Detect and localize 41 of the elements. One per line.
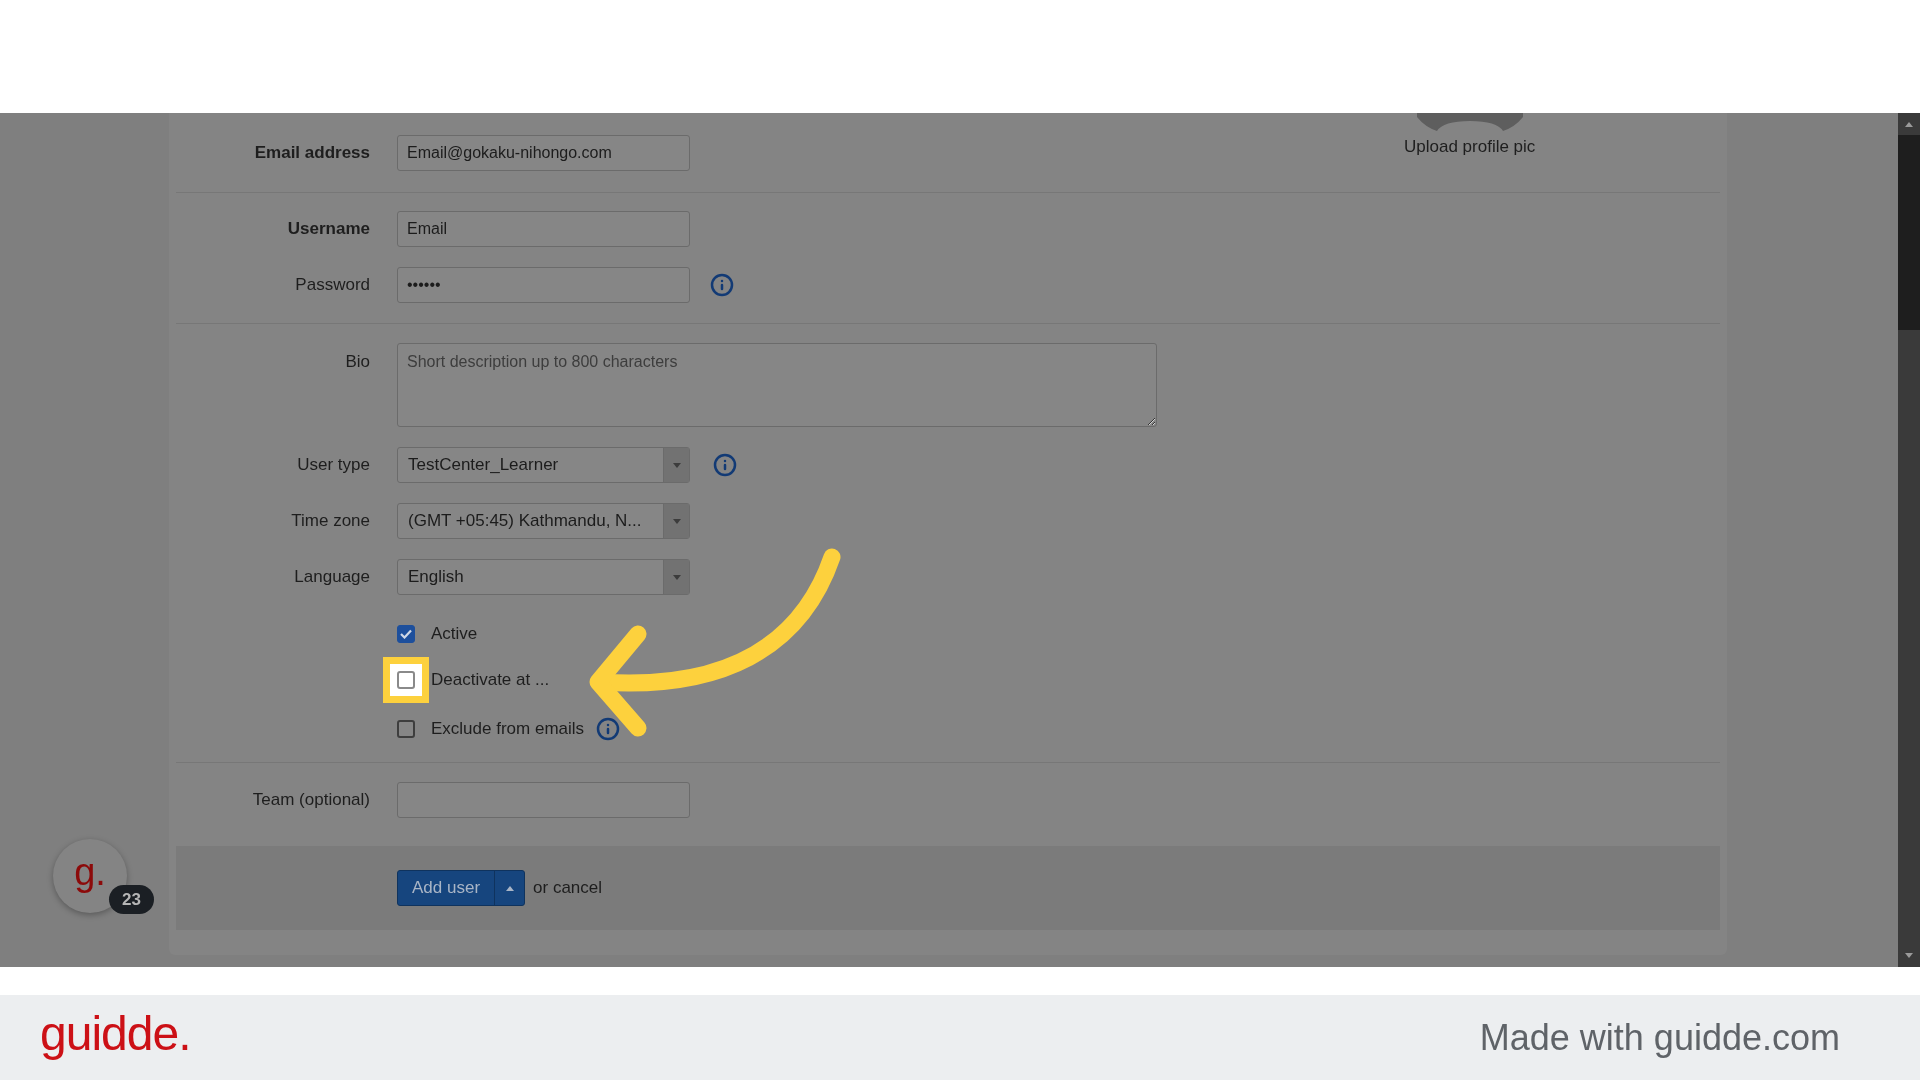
info-icon[interactable]: [713, 453, 737, 477]
caret-icon: [672, 462, 681, 468]
text-field[interactable]: Email@gokaku-nihongo.com: [397, 135, 690, 171]
select-value: English: [407, 566, 465, 589]
bio-field[interactable]: Short description up to 800 characters: [397, 343, 1157, 427]
field-label: User type: [296, 454, 370, 477]
upload-profile-pic-link[interactable]: Upload profile pic: [1404, 134, 1536, 160]
scrollbar[interactable]: [1898, 113, 1920, 967]
text-field[interactable]: [397, 782, 690, 818]
field-label: Bio: [344, 351, 370, 373]
scrollbar-thumb[interactable]: [1898, 135, 1920, 330]
select-dropdown[interactable]: English: [397, 559, 690, 595]
checkbox[interactable]: [397, 720, 415, 738]
password-field[interactable]: ••••••: [397, 267, 690, 303]
checkbox[interactable]: [397, 625, 415, 643]
checkbox-label: Exclude from emails: [431, 718, 585, 741]
check-icon: [400, 629, 412, 639]
cancel-link[interactable]: or cancel: [533, 875, 603, 901]
checkbox-label: Active: [431, 623, 478, 646]
field-label: Password: [294, 274, 370, 297]
add-user-button[interactable]: Add user: [397, 870, 526, 906]
field-label: Time zone: [290, 510, 370, 533]
logo: guidde.: [40, 1005, 191, 1062]
field-label: Team (optional): [251, 789, 370, 812]
select-dropdown[interactable]: (GMT +05:45) Kathmandu, N...: [397, 503, 690, 539]
info-icon[interactable]: [710, 273, 734, 297]
caret-icon: [505, 885, 514, 891]
checkbox-label: Deactivate at ...: [431, 669, 550, 692]
field-label: Language: [293, 566, 370, 589]
field-label: Email address: [253, 142, 370, 165]
select-value: TestCenter_Learner: [407, 454, 560, 477]
field-label: Username: [286, 218, 370, 241]
caret-icon: [672, 574, 681, 580]
info-icon[interactable]: [596, 717, 621, 741]
credit-text: Made with guidde.com: [1479, 1015, 1840, 1060]
caret-icon: [672, 518, 681, 524]
text-field[interactable]: Email: [397, 211, 690, 247]
checkbox[interactable]: [397, 671, 415, 689]
count-badge: 23: [109, 885, 154, 914]
select-dropdown[interactable]: TestCenter_Learner: [397, 447, 690, 483]
select-value: (GMT +05:45) Kathmandu, N...: [407, 510, 643, 533]
